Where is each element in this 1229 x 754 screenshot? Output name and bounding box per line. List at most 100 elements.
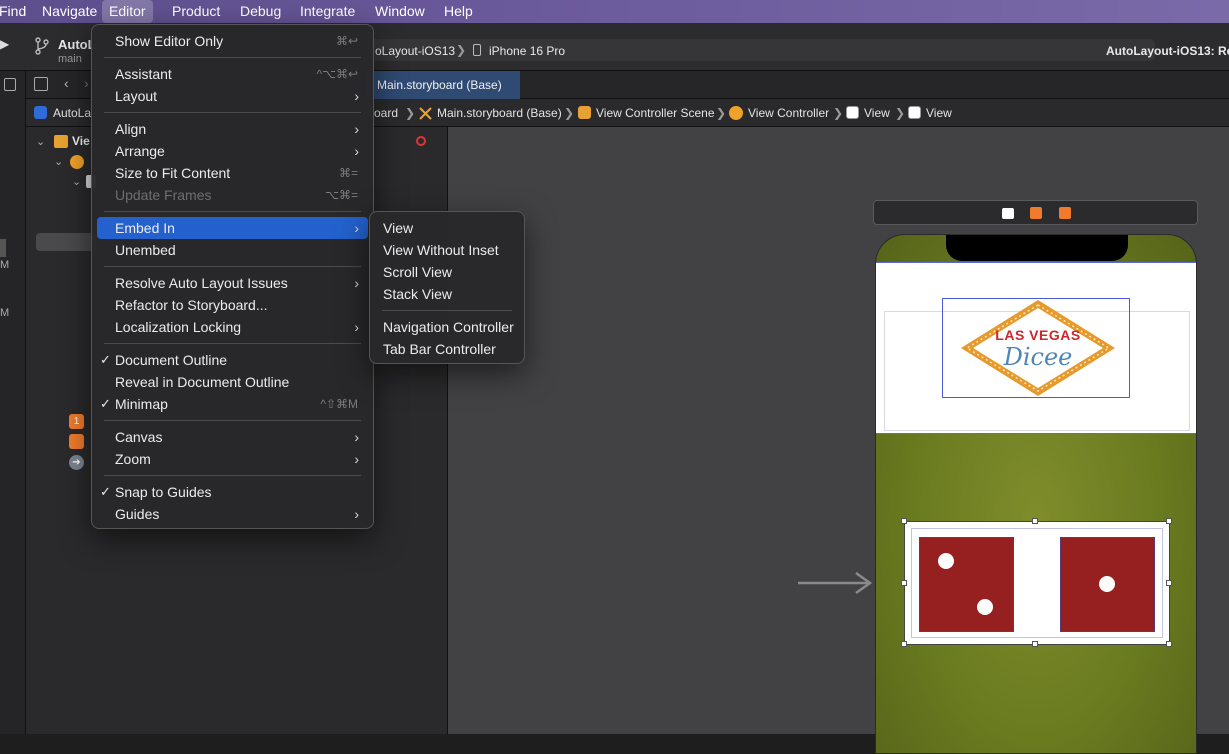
menu-item-unembed[interactable]: Unembed	[97, 239, 368, 261]
chevron-right-icon: ❯	[456, 43, 467, 57]
menu-item-zoom[interactable]: Zoom ›	[97, 448, 368, 470]
checkmark-icon: ✓	[100, 396, 111, 411]
crumb-view-selected[interactable]: View	[926, 99, 952, 127]
back-arrow-icon[interactable]: ‹	[64, 75, 69, 91]
menu-item-canvas[interactable]: Canvas ›	[97, 426, 368, 448]
left-dice-image[interactable]	[919, 537, 1014, 632]
submenu-item-stack-view[interactable]: Stack View	[375, 283, 519, 305]
menu-item-show-editor-only[interactable]: Show Editor Only ⌘↩	[97, 30, 368, 52]
view-controller-dock-icon[interactable]	[1002, 208, 1014, 219]
exit-icon[interactable]	[69, 434, 84, 449]
shortcut-label: ⌘↩	[335, 34, 358, 48]
iphone-icon	[473, 44, 481, 56]
submenu-item-navigation-controller[interactable]: Navigation Controller	[375, 316, 519, 338]
menu-item-snap-to-guides[interactable]: ✓ Snap to Guides	[97, 481, 368, 503]
resize-handle[interactable]	[1032, 518, 1038, 524]
chevron-right-icon: ❯	[564, 106, 575, 120]
menu-separator	[104, 266, 361, 267]
crumb-view-controller[interactable]: View Controller	[748, 99, 829, 127]
iphone-scene[interactable]: LAS VEGAS Dicee	[875, 234, 1197, 754]
view-icon	[908, 106, 921, 119]
scene-label[interactable]: Vie	[72, 134, 90, 148]
forward-arrow-icon[interactable]: ›	[84, 75, 89, 91]
segue-arrow-icon[interactable]: ➔	[69, 455, 84, 470]
device-selector[interactable]: iPhone 16 Pro	[489, 44, 565, 58]
menu-separator	[104, 112, 361, 113]
crumb-storyboard[interactable]: Main.storyboard (Base)	[437, 99, 562, 127]
menu-item-assistant[interactable]: Assistant ^⌥⌘↩	[97, 63, 368, 85]
activity-bar	[370, 39, 1155, 61]
crumb-view[interactable]: View	[864, 99, 890, 127]
menu-item-label: Snap to Guides	[115, 484, 212, 500]
dice-stack-view[interactable]	[901, 518, 1172, 647]
menu-navigate[interactable]: Navigate	[35, 0, 104, 23]
entry-point-arrow-icon[interactable]	[796, 570, 874, 596]
resize-handle[interactable]	[1166, 580, 1172, 586]
menu-item-arrange[interactable]: Arrange ›	[97, 140, 368, 162]
first-responder-dock-icon[interactable]	[1030, 207, 1042, 219]
menu-item-label: Layout	[115, 88, 158, 104]
menu-item-align[interactable]: Align ›	[97, 118, 368, 140]
selected-row[interactable]	[36, 233, 96, 251]
chevron-right-icon: ›	[354, 451, 359, 467]
menu-editor[interactable]: Editor	[102, 0, 153, 23]
crumb-scene[interactable]: View Controller Scene	[596, 99, 715, 127]
menu-item-resolve-auto-layout[interactable]: Resolve Auto Layout Issues ›	[97, 272, 368, 294]
submenu-item-scroll-view[interactable]: Scroll View	[375, 261, 519, 283]
chevron-down-icon[interactable]: ⌄	[54, 155, 63, 168]
menu-item-minimap[interactable]: ✓ Minimap ^⇧⌘M	[97, 393, 368, 415]
resize-handle[interactable]	[1166, 641, 1172, 647]
menu-item-size-to-fit[interactable]: Size to Fit Content ⌘=	[97, 162, 368, 184]
chevron-down-icon[interactable]: ⌄	[72, 175, 81, 188]
grid-icon[interactable]	[34, 77, 48, 91]
logo-container-view[interactable]: LAS VEGAS Dicee	[876, 262, 1196, 434]
menu-help[interactable]: Help	[437, 0, 480, 23]
right-dice-image[interactable]	[1060, 537, 1155, 632]
submenu-item-view-without-inset[interactable]: View Without Inset	[375, 239, 519, 261]
menu-item-localization-locking[interactable]: Localization Locking ›	[97, 316, 368, 338]
chevron-right-icon: ›	[354, 275, 359, 291]
inspector-strip: M M	[0, 71, 26, 734]
menu-item-refactor-to-storyboard[interactable]: Refactor to Storyboard...	[97, 294, 368, 316]
menu-window[interactable]: Window	[368, 0, 432, 23]
menu-item-embed-in[interactable]: Embed In ›	[97, 217, 368, 239]
menu-product[interactable]: Product	[165, 0, 227, 23]
mini-label-icon: M	[0, 259, 10, 271]
chevron-right-icon: ›	[354, 88, 359, 104]
first-responder-icon[interactable]: 1	[69, 414, 84, 429]
tab-main-storyboard[interactable]: Main.storyboard (Base)	[366, 71, 520, 99]
resize-handle[interactable]	[901, 518, 907, 524]
scene-dock[interactable]	[873, 200, 1198, 225]
resize-handle[interactable]	[1032, 641, 1038, 647]
submenu-item-tab-bar-controller[interactable]: Tab Bar Controller	[375, 338, 519, 360]
error-indicator-icon[interactable]	[416, 136, 426, 146]
run-icon[interactable]: ▶	[0, 37, 10, 57]
resize-handle[interactable]	[1166, 518, 1172, 524]
menu-item-guides[interactable]: Guides ›	[97, 503, 368, 525]
resize-handle[interactable]	[901, 641, 907, 647]
navigator-icon[interactable]	[4, 78, 16, 91]
resize-handle[interactable]	[901, 580, 907, 586]
menu-separator	[382, 310, 512, 311]
menu-item-document-outline[interactable]: ✓ Document Outline	[97, 349, 368, 371]
menu-item-label: Tab Bar Controller	[383, 341, 496, 357]
chevron-down-icon[interactable]: ⌄	[36, 135, 45, 148]
build-status: AutoLayout-iOS13: Rea	[1106, 44, 1229, 58]
crumb-group[interactable]: oard	[374, 99, 398, 127]
menu-item-reveal-in-outline[interactable]: Reveal in Document Outline	[97, 371, 368, 393]
exit-dock-icon[interactable]	[1059, 207, 1071, 219]
menu-separator	[104, 475, 361, 476]
menu-integrate[interactable]: Integrate	[293, 0, 362, 23]
shortcut-label: ^⇧⌘M	[320, 397, 358, 411]
menu-item-layout[interactable]: Layout ›	[97, 85, 368, 107]
menu-debug[interactable]: Debug	[233, 0, 288, 23]
submenu-item-view[interactable]: View	[375, 217, 519, 239]
menu-find[interactable]: Find	[0, 0, 33, 23]
menu-item-label: View	[383, 220, 414, 236]
scheme-selector[interactable]: oLayout-iOS13	[375, 44, 455, 58]
menu-item-label: Refactor to Storyboard...	[115, 297, 268, 313]
chevron-right-icon: ❯	[716, 106, 727, 120]
menu-item-label: Arrange	[115, 143, 165, 159]
shortcut-label: ⌥⌘=	[325, 188, 358, 202]
crumb-project[interactable]: AutoLa	[53, 99, 91, 127]
